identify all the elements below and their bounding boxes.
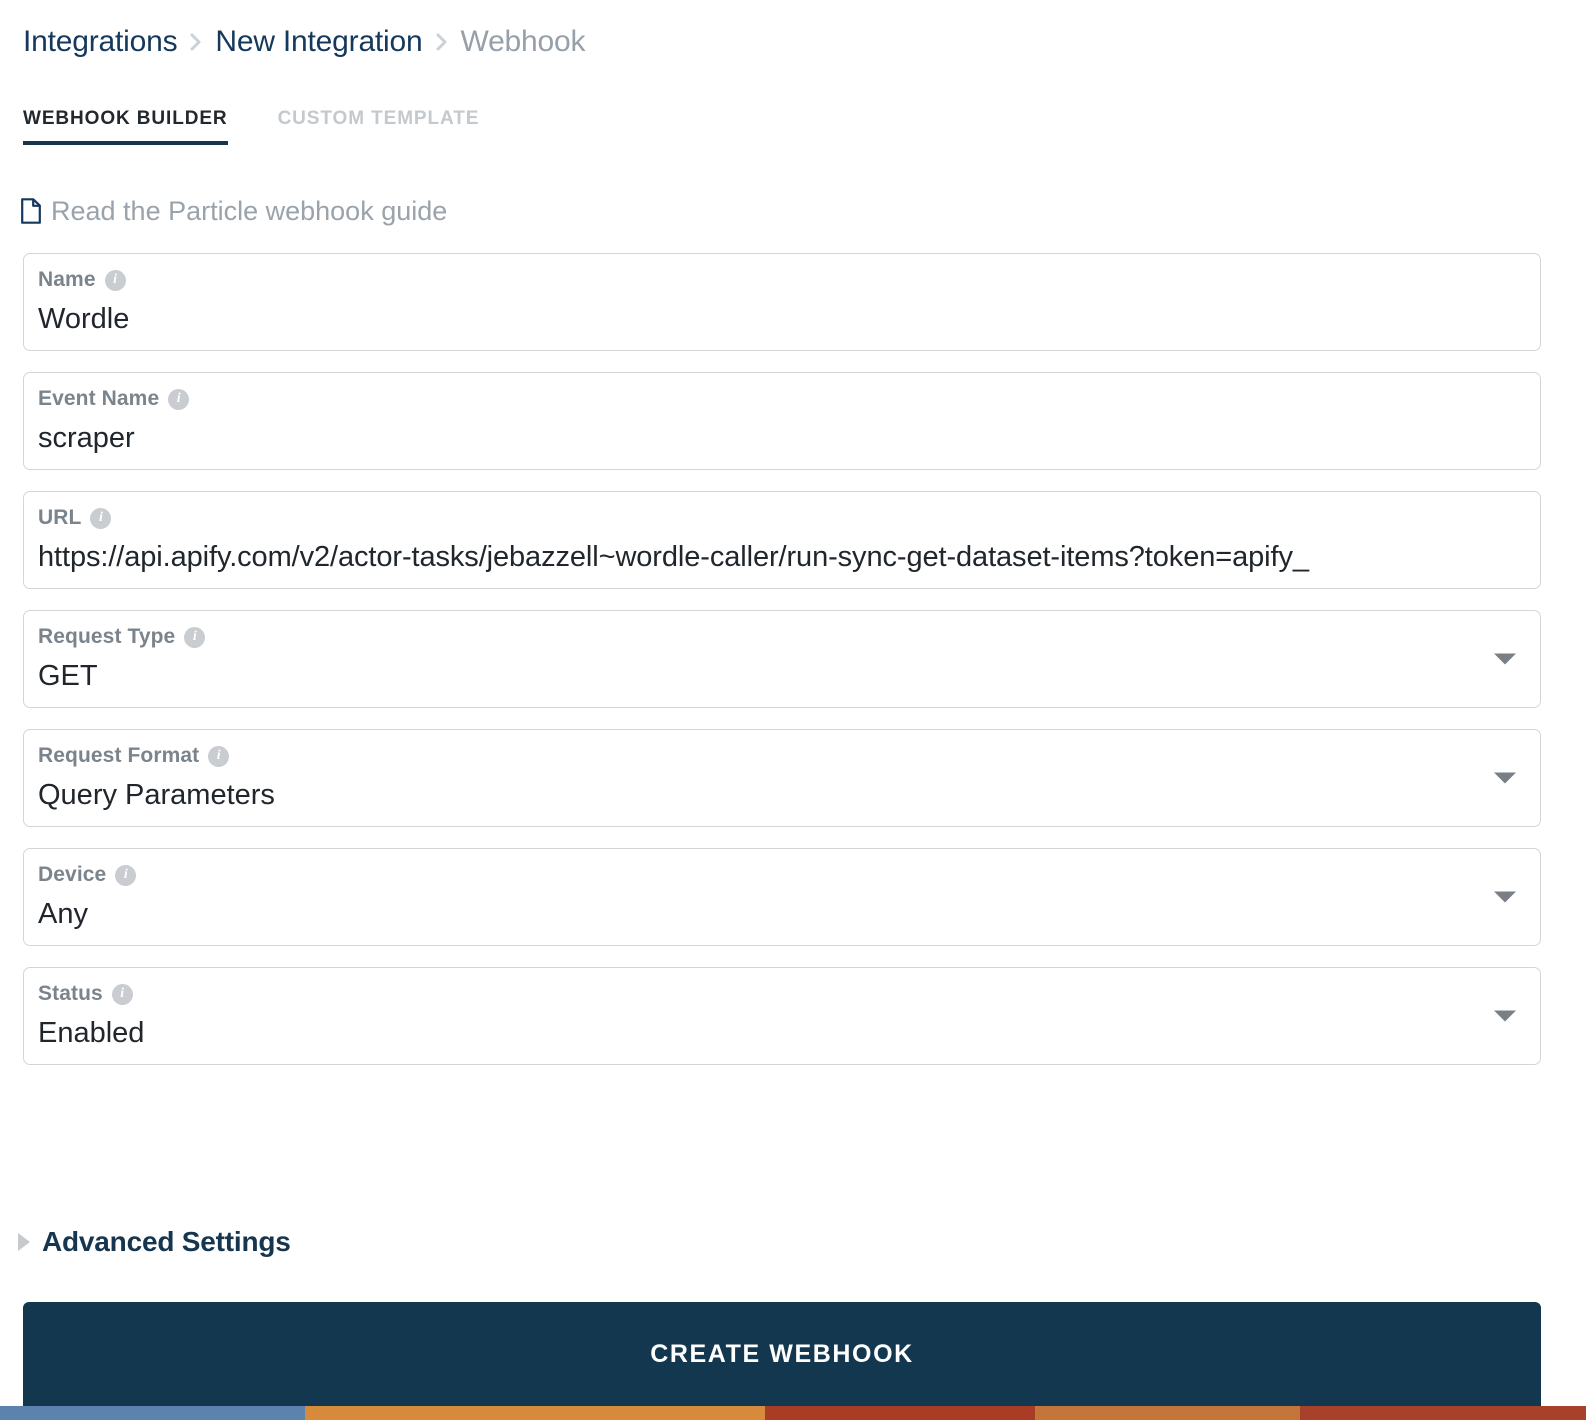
field-name[interactable]: Name i Wordle	[23, 253, 1541, 351]
advanced-settings-toggle[interactable]: Advanced Settings	[18, 1226, 291, 1258]
bottom-color-strip-segment	[305, 1406, 765, 1420]
field-status-label-row: Status i	[38, 980, 1522, 1008]
caret-down-icon[interactable]	[1494, 653, 1516, 665]
info-icon[interactable]: i	[104, 269, 126, 291]
info-icon[interactable]: i	[184, 626, 206, 648]
field-request-type[interactable]: Request Type i GET	[23, 610, 1541, 708]
field-request-format[interactable]: Request Format i Query Parameters	[23, 729, 1541, 827]
webhook-guide-link[interactable]: Read the Particle webhook guide	[20, 193, 447, 229]
field-url[interactable]: URL i https://api.apify.com/v2/actor-tas…	[23, 491, 1541, 589]
field-status-label: Status	[38, 982, 103, 1005]
field-request-type-label: Request Type	[38, 625, 176, 648]
field-request-type-label-row: Request Type i	[38, 623, 1522, 651]
info-icon[interactable]: i	[208, 745, 230, 767]
field-device-label-row: Device i	[38, 861, 1522, 889]
request-format-select-value[interactable]: Query Parameters	[38, 774, 1522, 816]
device-select-value[interactable]: Any	[38, 893, 1522, 935]
field-request-format-label-row: Request Format i	[38, 742, 1522, 770]
caret-down-icon[interactable]	[1494, 891, 1516, 903]
breadcrumb-item-webhook: Webhook	[460, 25, 586, 58]
disclosure-triangle-collapsed-icon	[18, 1233, 30, 1251]
info-icon[interactable]: i	[168, 388, 190, 410]
request-type-select-value[interactable]: GET	[38, 655, 1522, 697]
advanced-settings-label: Advanced Settings	[42, 1226, 291, 1257]
event-name-input[interactable]: scraper	[38, 417, 1522, 459]
bottom-color-strip-segment	[0, 1406, 305, 1420]
info-icon[interactable]: i	[90, 507, 112, 529]
field-event-name-label-row: Event Name i	[38, 385, 1522, 413]
field-event-name-label: Event Name	[38, 387, 160, 410]
status-select-value[interactable]: Enabled	[38, 1012, 1522, 1054]
field-device[interactable]: Device i Any	[23, 848, 1541, 946]
field-status[interactable]: Status i Enabled	[23, 967, 1541, 1065]
breadcrumb-item-new-integration[interactable]: New Integration	[215, 22, 422, 62]
name-input[interactable]: Wordle	[38, 298, 1522, 340]
bottom-color-strip-segment	[1300, 1406, 1586, 1420]
webhook-guide-label: Read the Particle webhook guide	[51, 196, 448, 226]
bottom-color-strip-segment	[1035, 1406, 1300, 1420]
field-request-format-label: Request Format	[38, 744, 200, 767]
tab-bar: WEBHOOK BUILDER CUSTOM TEMPLATE	[23, 108, 479, 145]
bottom-color-strip-segment	[765, 1406, 1035, 1420]
field-device-label: Device	[38, 863, 107, 886]
create-webhook-button[interactable]: CREATE WEBHOOK	[23, 1302, 1541, 1406]
chevron-right-icon	[189, 31, 203, 53]
field-url-label: URL	[38, 506, 82, 529]
url-input[interactable]: https://api.apify.com/v2/actor-tasks/jeb…	[38, 536, 1522, 578]
tab-webhook-builder[interactable]: WEBHOOK BUILDER	[23, 108, 228, 145]
caret-down-icon[interactable]	[1494, 772, 1516, 784]
breadcrumb: Integrations New Integration Webhook	[23, 22, 585, 62]
caret-down-icon[interactable]	[1494, 1010, 1516, 1022]
bottom-color-strip	[0, 1406, 1586, 1420]
field-url-label-row: URL i	[38, 504, 1522, 532]
tab-custom-template[interactable]: CUSTOM TEMPLATE	[278, 108, 480, 145]
breadcrumb-item-integrations[interactable]: Integrations	[23, 22, 178, 62]
chevron-right-icon	[435, 31, 449, 53]
info-icon[interactable]: i	[115, 864, 137, 886]
info-icon[interactable]: i	[111, 983, 133, 1005]
field-name-label: Name	[38, 268, 96, 291]
field-name-label-row: Name i	[38, 266, 1522, 294]
webhook-form: Name i Wordle Event Name i scraper URL i…	[23, 253, 1541, 1086]
field-event-name[interactable]: Event Name i scraper	[23, 372, 1541, 470]
document-icon	[20, 198, 42, 224]
